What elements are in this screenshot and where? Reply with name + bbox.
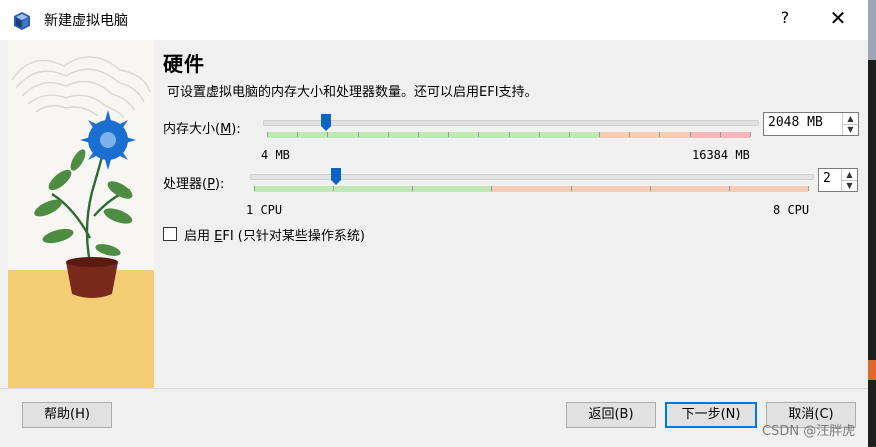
slider-tick (729, 186, 730, 191)
efi-label-rest: FI (只针对某些操作系统) (222, 229, 365, 244)
help-button[interactable]: 帮助(H) (22, 402, 112, 428)
window-title: 新建虚拟电脑 (44, 13, 128, 29)
background-window-edge (868, 0, 876, 446)
efi-checkbox[interactable] (163, 227, 177, 241)
slider-tick (491, 186, 492, 191)
memory-spinbox[interactable]: 2048 MB ▲ ▼ (763, 112, 859, 136)
memory-zone-warning (600, 132, 690, 138)
slider-tick (569, 132, 570, 137)
plant-illustration (8, 40, 154, 388)
memory-min-label: 4 MB (261, 148, 290, 162)
page-heading: 硬件 (163, 52, 205, 76)
wizard-content: 硬件 可设置虚拟电脑的内存大小和处理器数量。还可以启用EFI支持。 内存大小(M… (155, 40, 868, 388)
memory-label-key: M (220, 122, 232, 137)
slider-tick (267, 132, 268, 137)
processor-max-label: 8 CPU (773, 203, 810, 217)
slider-tick (659, 132, 660, 137)
slider-tick (539, 132, 540, 137)
wizard-side-illustration (8, 40, 154, 388)
memory-label: 内存大小(M): (163, 118, 241, 137)
title-bar[interactable]: 新建虚拟电脑 ? ✕ (0, 0, 868, 40)
processor-label-key: P (207, 177, 215, 192)
processor-zone-safe (254, 186, 492, 192)
slider-tick (808, 186, 809, 191)
next-button[interactable]: 下一步(N) (665, 402, 757, 428)
page-description: 可设置虚拟电脑的内存大小和处理器数量。还可以启用EFI支持。 (167, 85, 538, 100)
efi-checkbox-label[interactable]: 启用 EFI (只针对某些操作系统) (184, 225, 365, 244)
slider-tick (333, 186, 334, 191)
watermark-text: CSDN @汪胖虎 (762, 424, 856, 439)
processor-spinbox[interactable]: 2 ▲ ▼ (818, 168, 858, 192)
memory-spinbox-value[interactable]: 2048 MB (768, 115, 823, 130)
memory-label-prefix: 内存大小( (163, 122, 221, 137)
processor-label: 处理器(P): (163, 173, 224, 192)
back-button[interactable]: 返回(B) (566, 402, 656, 428)
memory-slider[interactable] (263, 114, 759, 144)
slider-tick (297, 132, 298, 137)
processor-spinbox-buttons: ▲ ▼ (841, 169, 857, 191)
slider-tick (690, 132, 691, 137)
memory-zone-safe (267, 132, 600, 138)
slider-tick (720, 132, 721, 137)
slider-tick (327, 132, 328, 137)
slider-tick (509, 132, 510, 137)
memory-spinbox-buttons: ▲ ▼ (842, 113, 858, 135)
new-vm-dialog: 新建虚拟电脑 ? ✕ 硬件 可设置虚拟电脑的内存大小和处理器数量。还可以启用EF… (0, 0, 868, 447)
slider-tick (599, 132, 600, 137)
wizard-footer: 帮助(H) 返回(B) 下一步(N) 取消(C) (0, 388, 868, 447)
slider-tick (448, 132, 449, 137)
slider-tick (412, 186, 413, 191)
spin-down-icon[interactable]: ▼ (842, 180, 857, 191)
virtualbox-icon (14, 12, 30, 30)
memory-slider-track (263, 120, 759, 126)
memory-max-label: 16384 MB (692, 148, 750, 162)
slider-tick (358, 132, 359, 137)
slider-tick (418, 132, 419, 137)
processor-spinbox-value[interactable]: 2 (823, 171, 831, 186)
background-edge-accent (868, 360, 876, 380)
efi-label-prefix: 启用 (184, 229, 215, 244)
slider-tick (254, 186, 255, 191)
slider-tick (629, 132, 630, 137)
slider-tick (650, 186, 651, 191)
memory-slider-thumb[interactable] (321, 114, 331, 131)
slider-tick (388, 132, 389, 137)
processor-slider-thumb[interactable] (331, 168, 341, 185)
processor-min-label: 1 CPU (246, 203, 283, 217)
slider-tick (750, 132, 751, 137)
close-button[interactable]: ✕ (820, 6, 856, 30)
slider-tick (571, 186, 572, 191)
slider-tick (478, 132, 479, 137)
help-question-button[interactable]: ? (770, 8, 800, 27)
processor-slider[interactable] (250, 168, 814, 198)
memory-label-suffix: ): (231, 122, 241, 137)
spin-down-icon[interactable]: ▼ (843, 124, 858, 135)
processor-label-suffix: ): (214, 177, 225, 192)
processor-label-prefix: 处理器( (163, 177, 208, 192)
background-edge-top (868, 0, 876, 60)
